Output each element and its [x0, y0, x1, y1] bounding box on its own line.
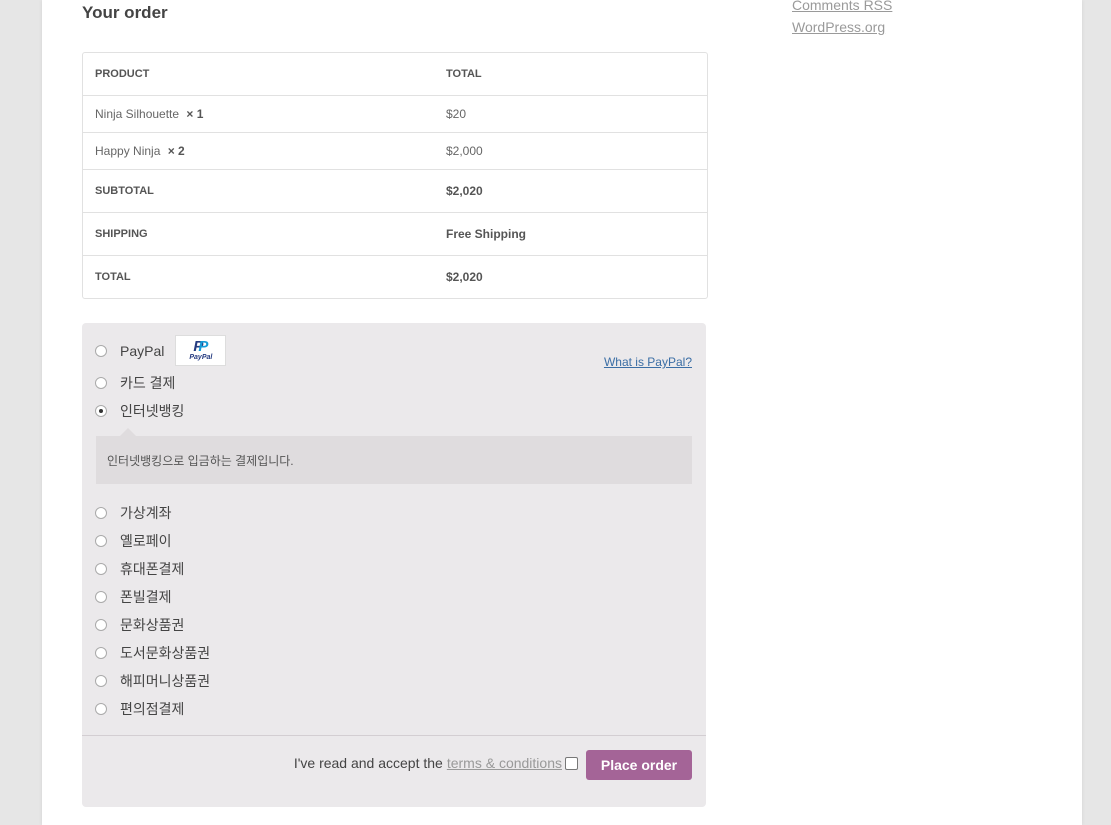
shipping-row: SHIPPING Free Shipping: [83, 212, 707, 255]
radio-button[interactable]: [95, 647, 107, 659]
subtotal-label: SUBTOTAL: [95, 185, 154, 197]
payment-method-happymoney[interactable]: 해피머니상품권: [95, 671, 210, 691]
product-quantity: × 2: [167, 144, 185, 158]
table-row: Happy Ninja × 2 $2,000: [83, 132, 707, 169]
payment-methods-panel: PayPal PP PayPal What is PayPal? 카드 결제 인…: [82, 323, 706, 807]
radio-button[interactable]: [95, 535, 107, 547]
divider: [82, 735, 706, 736]
payment-method-label: 문화상품권: [120, 617, 185, 633]
payment-method-convenience-store[interactable]: 편의점결제: [95, 699, 184, 719]
page-content: Comments RSS WordPress.org Your order PR…: [42, 0, 1082, 825]
payment-method-label: 도서문화상품권: [120, 645, 211, 661]
order-total-label: TOTAL: [95, 271, 131, 283]
radio-button[interactable]: [95, 591, 107, 603]
order-total-value: $2,020: [446, 270, 483, 284]
shipping-label: SHIPPING: [95, 228, 148, 240]
terms-checkbox[interactable]: [565, 756, 578, 770]
payment-method-label: 가상계좌: [120, 505, 172, 521]
radio-button[interactable]: [95, 619, 107, 631]
paypal-logo-icon: PP PayPal: [175, 335, 227, 366]
payment-method-label: 인터넷뱅킹: [120, 403, 185, 419]
product-name: Ninja Silhouette: [95, 107, 180, 121]
subtotal-value: $2,020: [446, 184, 483, 198]
payment-method-internet-banking[interactable]: 인터넷뱅킹: [95, 401, 184, 421]
terms-link[interactable]: terms & conditions: [447, 755, 562, 771]
payment-method-label: 휴대폰결제: [120, 561, 185, 577]
payment-method-phonebill[interactable]: 폰빌결제: [95, 587, 172, 607]
order-review-table: PRODUCT TOTAL Ninja Silhouette × 1 $20 H…: [82, 52, 708, 299]
payment-method-mobile[interactable]: 휴대폰결제: [95, 559, 184, 579]
payment-method-card[interactable]: 카드 결제: [95, 373, 175, 393]
table-row: Ninja Silhouette × 1 $20: [83, 95, 707, 132]
order-total-row: TOTAL $2,020: [83, 255, 707, 298]
radio-button-selected[interactable]: [95, 405, 107, 417]
order-heading: Your order: [82, 3, 168, 22]
radio-button[interactable]: [95, 344, 107, 357]
total-column-header: TOTAL: [446, 68, 482, 80]
radio-button[interactable]: [95, 703, 107, 715]
line-total: $2,000: [446, 144, 483, 158]
product-column-header: PRODUCT: [95, 68, 150, 80]
product-quantity: × 1: [186, 107, 204, 121]
wordpress-org-link[interactable]: WordPress.org: [792, 16, 892, 38]
comments-rss-link[interactable]: Comments RSS: [792, 0, 892, 16]
payment-method-yellowpay[interactable]: 옐로페이: [95, 531, 172, 551]
place-order-button[interactable]: Place order: [586, 750, 692, 780]
radio-button[interactable]: [95, 507, 107, 519]
payment-method-paypal[interactable]: PayPal PP PayPal: [95, 335, 227, 366]
subtotal-row: SUBTOTAL $2,020: [83, 169, 707, 212]
radio-button[interactable]: [95, 563, 107, 575]
payment-method-label: 편의점결제: [120, 701, 185, 717]
payment-method-label: 카드 결제: [120, 375, 176, 391]
payment-method-book-gift-card[interactable]: 도서문화상품권: [95, 643, 210, 663]
line-total: $20: [446, 107, 467, 121]
payment-method-virtual-account[interactable]: 가상계좌: [95, 503, 172, 523]
terms-text: I've read and accept the: [293, 755, 443, 771]
radio-button[interactable]: [95, 675, 107, 687]
table-header-row: PRODUCT TOTAL: [83, 53, 707, 95]
payment-method-culture-gift-card[interactable]: 문화상품권: [95, 615, 184, 635]
product-name: Happy Ninja: [95, 144, 161, 158]
what-is-paypal-link[interactable]: What is PayPal?: [604, 355, 692, 369]
shipping-value: Free Shipping: [446, 227, 527, 241]
payment-method-label: 해피머니상품권: [120, 673, 211, 689]
terms-acceptance: I've read and accept the terms & conditi…: [294, 755, 578, 771]
payment-method-label: 폰빌결제: [120, 589, 172, 605]
payment-method-label: PayPal: [120, 342, 165, 359]
sidebar-meta-links: Comments RSS WordPress.org: [792, 0, 892, 38]
payment-method-label: 옐로페이: [120, 533, 172, 549]
radio-button[interactable]: [95, 377, 107, 389]
payment-method-description: 인터넷뱅킹으로 입금하는 결제입니다.: [96, 428, 692, 484]
